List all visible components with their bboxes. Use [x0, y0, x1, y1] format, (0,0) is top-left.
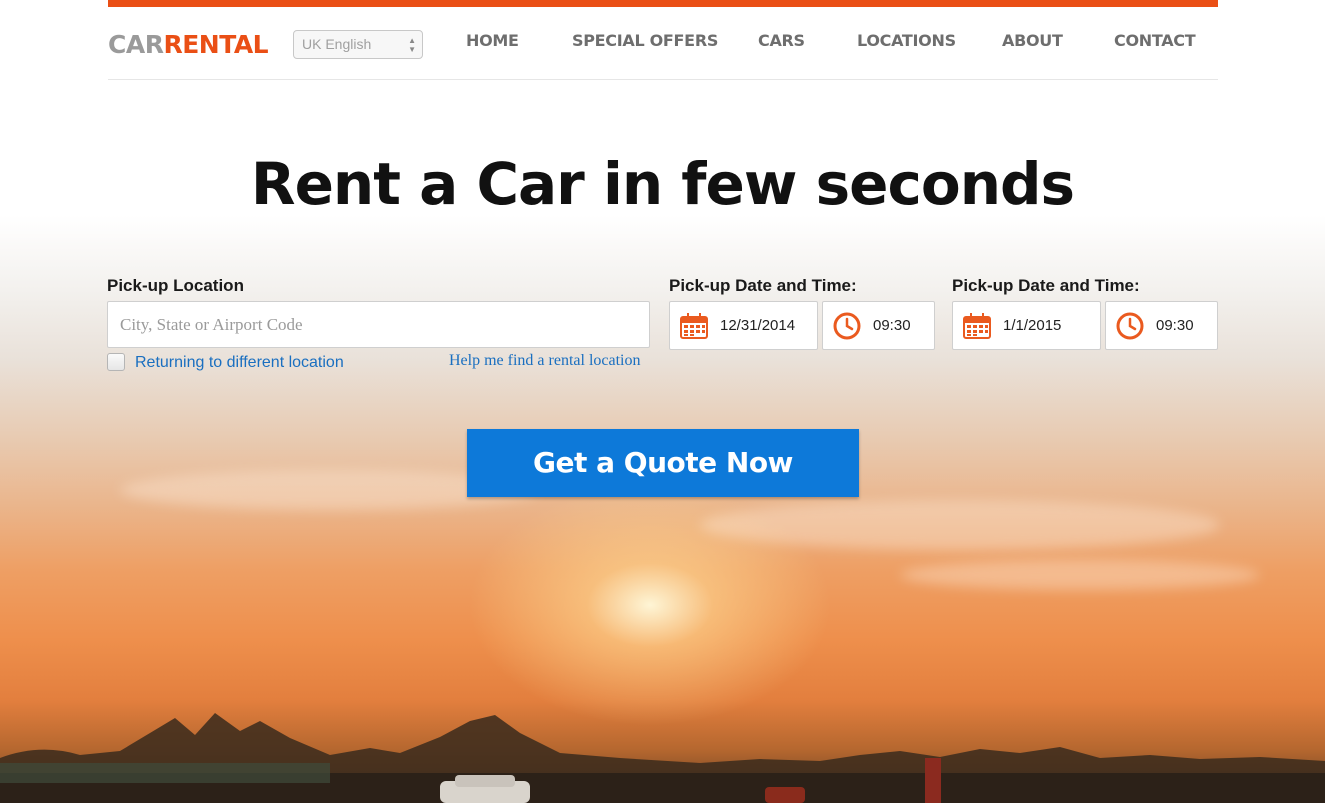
return-date-value: 1/1/2015 [1003, 317, 1062, 334]
language-select[interactable]: UK English ▲ ▼ [293, 30, 423, 59]
calendar-icon [963, 312, 991, 339]
return-date-field[interactable]: 1/1/2015 [952, 301, 1101, 350]
find-location-link[interactable]: Help me find a rental location [449, 352, 640, 370]
pickup-date-value: 12/31/2014 [720, 317, 796, 334]
language-select-value: UK English [302, 36, 372, 52]
pickup-date-field[interactable]: 12/31/2014 [669, 301, 818, 350]
page-title: Rent a Car in few seconds [250, 150, 1075, 218]
clock-icon [833, 312, 861, 339]
location-label: Pick-up Location [107, 276, 244, 295]
logo-rental-text: RENTAL [163, 30, 269, 59]
nav-home[interactable]: HOME [466, 31, 519, 50]
logo[interactable]: CARRENTAL [108, 30, 269, 60]
landscape-silhouette [0, 713, 1325, 803]
header-accent-bar [108, 0, 1218, 7]
nav-contact[interactable]: CONTACT [1114, 31, 1196, 50]
cloud [700, 500, 1220, 550]
cloud [900, 560, 1260, 590]
return-datetime-label: Pick-up Date and Time: [952, 276, 1140, 295]
nav-cars[interactable]: CARS [758, 31, 805, 50]
nav-locations[interactable]: LOCATIONS [857, 31, 956, 50]
return-time-field[interactable]: 09:30 [1105, 301, 1218, 350]
return-time-value: 09:30 [1156, 317, 1194, 334]
get-quote-button[interactable]: Get a Quote Now [467, 429, 859, 497]
clock-icon [1116, 312, 1144, 339]
nav-special-offers[interactable]: SPECIAL OFFERS [572, 31, 718, 50]
different-return-label[interactable]: Returning to different location [135, 354, 344, 372]
nav-about[interactable]: ABOUT [1002, 31, 1063, 50]
different-return-checkbox[interactable] [107, 353, 125, 371]
site-header: CARRENTAL UK English ▲ ▼ HOME SPECIAL OFF… [108, 0, 1218, 80]
pickup-datetime-label: Pick-up Date and Time: [669, 276, 857, 295]
pickup-time-value: 09:30 [873, 317, 911, 334]
select-arrows-icon: ▲ ▼ [408, 36, 416, 54]
logo-car-text: CAR [108, 30, 164, 59]
calendar-icon [680, 312, 708, 339]
pickup-time-field[interactable]: 09:30 [822, 301, 935, 350]
pickup-location-input[interactable]: City, State or Airport Code [107, 301, 650, 348]
